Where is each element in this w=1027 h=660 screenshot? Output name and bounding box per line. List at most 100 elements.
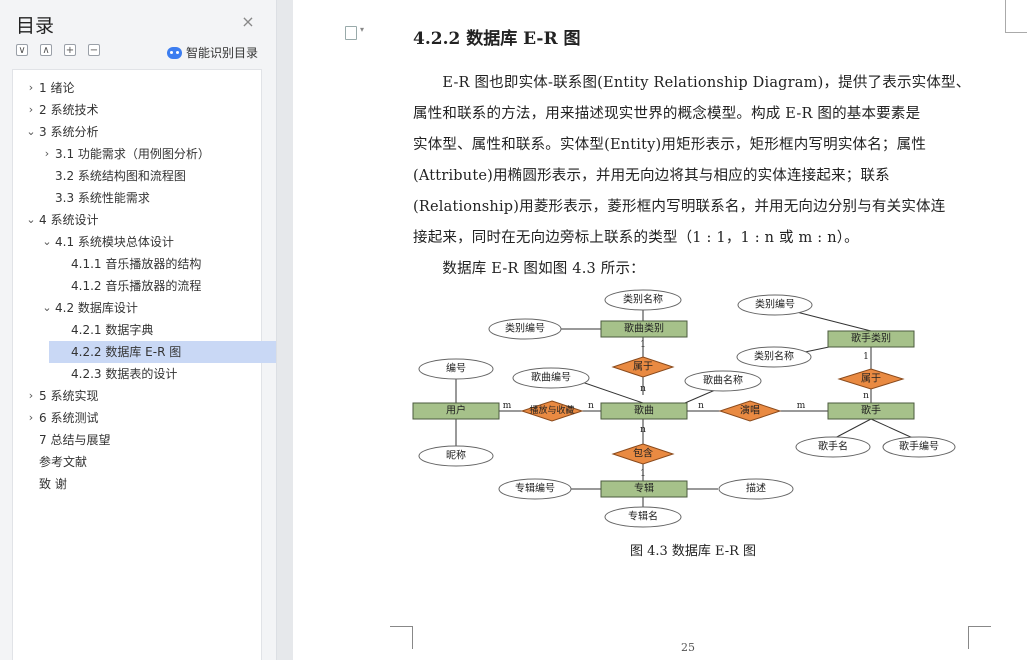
toc-item-label: 4.1.2 音乐播放器的流程 (71, 279, 202, 293)
attr-label: 歌曲编号 (531, 371, 571, 384)
attr-label: 歌手名 (818, 440, 848, 453)
toc-item[interactable]: ⌄ 3 系统分析 (26, 121, 99, 143)
attr-label: 类别编号 (505, 322, 545, 335)
toc-item[interactable]: 7 总结与展望 (39, 429, 110, 451)
page-number: 25 (681, 641, 695, 654)
toc-item[interactable]: 3.2 系统结构图和流程图 (55, 165, 186, 187)
cardinality-label: m (797, 401, 806, 411)
paragraph-line: 属性和联系的方法，用来描述现实世界的概念模型。构成 E-R 图的基本要素是 (413, 106, 921, 122)
chevron-right-icon[interactable]: › (25, 77, 37, 99)
toc-item-label: 6 系统测试 (39, 411, 99, 425)
attr-label: 昵称 (446, 449, 466, 462)
toc-item-label: 参考文献 (39, 455, 88, 469)
toc-item-label: 致 谢 (39, 477, 67, 491)
cardinality-label: 1 (863, 352, 869, 362)
entity-label: 歌手 (861, 404, 881, 417)
paragraph-line: 数据库 E-R 图如图 4.3 所示： (413, 261, 645, 277)
cardinality-label: n (698, 401, 704, 411)
entity-label: 歌曲类别 (624, 322, 664, 335)
page-corner-mark (1005, 0, 1027, 33)
toc-item-label: 3.1 功能需求（用例图分析） (55, 147, 210, 161)
toc-item-label: 7 总结与展望 (39, 433, 111, 447)
attr-label: 描述 (746, 482, 766, 495)
toc-item[interactable]: 3.3 系统性能需求 (55, 187, 150, 209)
attr-label: 类别名称 (623, 293, 663, 306)
remove-heading-icon[interactable]: − (88, 44, 100, 56)
chevron-right-icon[interactable]: › (25, 385, 37, 407)
page-corner-mark (968, 626, 991, 649)
toc-item-label: 4 系统设计 (39, 213, 99, 227)
toc-item[interactable]: 4.1.2 音乐播放器的流程 (71, 275, 201, 297)
attr-label: 专辑编号 (515, 482, 555, 495)
entity-label: 歌手类别 (851, 332, 891, 345)
document-icon[interactable] (345, 25, 364, 40)
toc-item-label: 4.2 数据库设计 (55, 301, 138, 315)
toc-item[interactable]: ⌄ 4 系统设计 (26, 209, 99, 231)
body-paragraph: E-R 图也即实体-联系图(Entity Relationship Diagra… (413, 68, 973, 254)
attr-label: 专辑名 (628, 510, 658, 523)
entity-label: 歌曲 (634, 404, 654, 417)
chevron-down-icon[interactable]: ⌄ (25, 121, 37, 143)
toc-sidebar: 目录 × ∨ ∧ + − 智能识别目录 › 1 绪论 › 2 系统技术 ⌄ 3 系统分析 ›… (0, 0, 277, 660)
toc-item[interactable]: › 2 系统技术 (29, 99, 99, 121)
paragraph-line: (Attribute)用椭圆形表示，并用无向边将其与相应的实体连接起来；联系 (413, 168, 890, 184)
section-heading: 4.2.2 数据库 E-R 图 (413, 29, 581, 49)
cardinality-label: n (640, 384, 646, 394)
cardinality-label: m (503, 401, 512, 411)
paragraph-line: 接起来，同时在无向边旁标上联系的类型（1 : 1，1 : n 或 m : n）。 (413, 230, 859, 246)
sidebar-title: 目录 (16, 15, 55, 37)
smart-toc-button[interactable]: 智能识别目录 (167, 44, 258, 61)
attr-label: 歌曲名称 (703, 374, 743, 387)
cardinality-label: 1 (640, 340, 646, 350)
collapse-all-icon[interactable]: ∨ (16, 44, 28, 56)
cardinality-label: n (640, 425, 646, 435)
entity-label: 专辑 (634, 482, 654, 495)
toc-tree: › 1 绪论 › 2 系统技术 ⌄ 3 系统分析 › 3.1 功能需求（用例图分析） 3.2 系… (12, 69, 276, 660)
document-page[interactable]: 4.2.2 数据库 E-R 图 E-R 图也即实体-联系图(Entity Rel… (293, 0, 1027, 660)
toc-item[interactable]: › 3.1 功能需求（用例图分析） (45, 143, 210, 165)
chevron-right-icon[interactable]: › (25, 99, 37, 121)
close-icon[interactable]: × (240, 14, 256, 30)
toc-item[interactable]: 4.2.2 数据库 E-R 图 (49, 341, 276, 363)
toc-item-label: 4.1.1 音乐播放器的结构 (71, 257, 202, 271)
cardinality-label: n (588, 401, 594, 411)
toc-item-label: 4.2.2 数据库 E-R 图 (71, 345, 182, 359)
cardinality-label: n (863, 391, 869, 401)
toc-item[interactable]: › 1 绪论 (29, 77, 75, 99)
toc-item[interactable]: ⌄ 4.2 数据库设计 (42, 297, 138, 319)
toc-item-label: 4.1 系统模块总体设计 (55, 235, 174, 249)
rel-label: 属于 (633, 361, 653, 373)
chevron-down-icon[interactable]: ⌄ (41, 231, 53, 253)
toc-item[interactable]: 4.2.1 数据字典 (71, 319, 153, 341)
toc-item-label: 4.2.3 数据表的设计 (71, 367, 178, 381)
toc-item-label: 3.2 系统结构图和流程图 (55, 169, 186, 183)
toc-item[interactable]: 致 谢 (39, 473, 67, 495)
expand-all-icon[interactable]: ∧ (40, 44, 52, 56)
chevron-down-icon[interactable]: ⌄ (41, 297, 53, 319)
attr-label: 歌手编号 (899, 440, 939, 453)
paragraph-line: (Relationship)用菱形表示，菱形框内写明联系名，并用无向边分别与有关… (413, 199, 946, 215)
toc-item[interactable]: 参考文献 (39, 451, 87, 473)
toc-item[interactable]: 4.2.3 数据表的设计 (71, 363, 177, 385)
ai-assistant-icon (167, 46, 182, 59)
add-heading-icon[interactable]: + (64, 44, 76, 56)
er-diagram: 编号 昵称 类别编号 类别名称 歌曲编号 歌曲名称 类别编号 类别名称 歌手名 … (412, 289, 956, 528)
toc-item[interactable]: 4.1.1 音乐播放器的结构 (71, 253, 201, 275)
paragraph-line: E-R 图也即实体-联系图(Entity Relationship Diagra… (413, 75, 971, 91)
toc-item[interactable]: › 6 系统测试 (29, 407, 99, 429)
toc-item[interactable]: ⌄ 4.1 系统模块总体设计 (42, 231, 174, 253)
page-corner-mark (390, 626, 413, 649)
attr-label: 类别名称 (754, 350, 794, 363)
chevron-right-icon[interactable]: › (25, 407, 37, 429)
toc-item-label: 5 系统实现 (39, 389, 99, 403)
toc-item-label: 3 系统分析 (39, 125, 99, 139)
toc-item[interactable]: › 5 系统实现 (29, 385, 99, 407)
attr-label: 类别编号 (755, 298, 795, 311)
rel-label: 包含 (633, 447, 653, 460)
figure-caption: 图 4.3 数据库 E-R 图 (629, 544, 757, 559)
attr-label: 编号 (446, 362, 466, 375)
toc-item-label: 3.3 系统性能需求 (55, 191, 150, 205)
er-entities: 用户 歌曲 歌曲类别 歌手 歌手类别 专辑 (412, 320, 915, 498)
chevron-down-icon[interactable]: ⌄ (25, 209, 37, 231)
chevron-right-icon[interactable]: › (41, 143, 53, 165)
